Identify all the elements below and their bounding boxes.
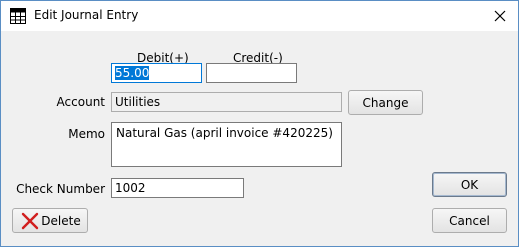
memo-label: Memo	[68, 127, 105, 141]
memo-textarea[interactable]: Natural Gas (april invoice #420225)	[111, 122, 342, 167]
debit-value: 55.00	[115, 66, 150, 80]
delete-button[interactable]: Delete	[12, 208, 88, 233]
account-label: Account	[56, 95, 105, 109]
close-button[interactable]	[488, 5, 512, 27]
cancel-button[interactable]: Cancel	[432, 208, 507, 233]
check-number-label: Check Number	[16, 182, 105, 196]
close-icon	[494, 10, 506, 22]
credit-input[interactable]	[206, 63, 297, 83]
grid-icon	[10, 8, 26, 24]
check-number-input[interactable]: 1002	[111, 178, 244, 198]
edit-journal-entry-dialog: Edit Journal Entry Debit(+) Credit(-) 55…	[0, 0, 519, 247]
account-field: Utilities	[111, 92, 342, 112]
title-bar: Edit Journal Entry	[1, 1, 518, 31]
debit-input[interactable]: 55.00	[111, 63, 202, 83]
ok-button[interactable]: OK	[432, 172, 507, 197]
delete-button-label: Delete	[41, 213, 81, 228]
delete-x-icon	[21, 212, 39, 233]
dialog-body: Debit(+) Credit(-) 55.00 Account Utiliti…	[1, 31, 518, 246]
window-title: Edit Journal Entry	[34, 8, 139, 22]
change-button[interactable]: Change	[348, 90, 423, 115]
